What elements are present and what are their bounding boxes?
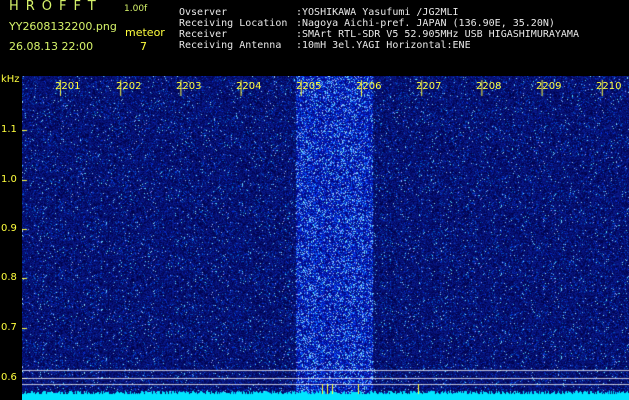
info-label-observer: Ovserver	[179, 7, 228, 18]
spectrogram-waterfall	[22, 76, 629, 400]
x-tick-label: 2205	[296, 81, 322, 92]
info-label-receiver: Receiver	[179, 29, 228, 40]
app-title: HROFFT	[9, 0, 103, 14]
y-tick-label: 0.6	[1, 372, 17, 383]
y-tick-label: 0.8	[1, 272, 17, 283]
y-tick-label: 0.9	[1, 223, 17, 234]
x-tick-label: 2209	[536, 81, 562, 92]
meteor-label: meteor	[125, 26, 165, 39]
x-tick-label: 2207	[416, 81, 442, 92]
app-version: 1.00f	[124, 4, 148, 14]
info-value-receiver: :SMArt RTL-SDR V5 52.905MHz USB HIGASHIM…	[296, 29, 579, 40]
info-value-observer: :YOSHIKAWA Yasufumi /JG2MLI	[296, 7, 459, 18]
info-labels: Ovserver Receiving Location Receiver Rec…	[179, 7, 287, 51]
x-tick-label: 2201	[55, 81, 81, 92]
info-value-antenna: :10mH 3el.YAGI Horizontal:ENE	[296, 40, 471, 51]
x-tick-label: 2208	[476, 81, 502, 92]
timestamp: 26.08.13 22:00	[9, 40, 94, 53]
info-values: :YOSHIKAWA Yasufumi /JG2MLI :Nagoya Aich…	[296, 7, 579, 51]
x-tick-label: 2206	[356, 81, 382, 92]
y-tick-label: 1.1	[1, 124, 17, 135]
y-tick-label: 0.7	[1, 322, 17, 333]
info-value-location: :Nagoya Aichi-pref. JAPAN (136.90E, 35.2…	[296, 18, 555, 29]
x-tick-label: 2202	[116, 81, 142, 92]
meteor-count: 7	[140, 40, 147, 53]
x-tick-label: 2210	[596, 81, 622, 92]
y-tick-label: 1.0	[1, 174, 17, 185]
file-name: YY2608132200.png	[9, 20, 117, 33]
info-label-location: Receiving Location	[179, 18, 288, 29]
y-axis-unit: kHz	[1, 74, 20, 85]
x-tick-label: 2204	[236, 81, 262, 92]
x-tick-label: 2203	[176, 81, 202, 92]
hrofft-window: HROFFT 1.00f YY2608132200.png meteor 26.…	[0, 0, 629, 400]
info-label-antenna: Receiving Antenna	[179, 40, 282, 51]
